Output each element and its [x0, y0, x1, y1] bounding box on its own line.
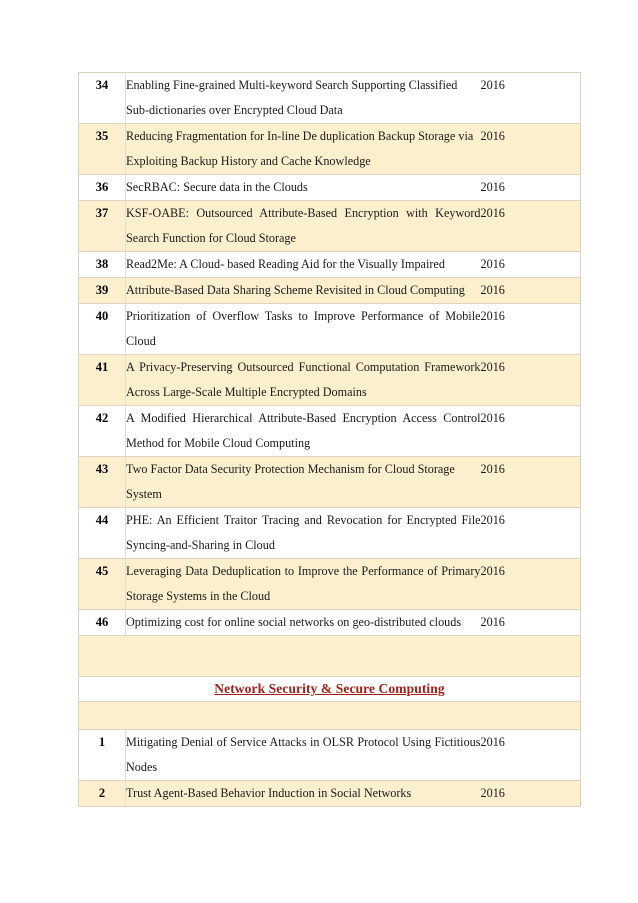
table-body: 34 Enabling Fine-grained Multi-keyword Se… — [78, 72, 581, 807]
spacer-row — [78, 701, 581, 730]
table-row: 35 Reducing Fragmentation for In-line De … — [78, 123, 581, 175]
row-number-cell: 35 — [78, 123, 126, 175]
row-title-cell: A Privacy-Preserving Outsourced Function… — [125, 354, 481, 406]
table-row: 44 PHE: An Efficient Traitor Tracing and … — [78, 507, 581, 559]
row-title-cell: Two Factor Data Security Protection Mech… — [125, 456, 481, 508]
row-number-cell: 41 — [78, 354, 126, 406]
row-number-cell: 39 — [78, 277, 126, 304]
row-number-cell: 2 — [78, 780, 126, 807]
section-header-title: Network Security & Secure Computing — [214, 681, 445, 696]
row-title-cell: Leveraging Data Deduplication to Improve… — [125, 558, 481, 610]
table-row: 41 A Privacy-Preserving Outsourced Functi… — [78, 354, 581, 406]
row-title-cell: KSF-OABE: Outsourced Attribute-Based Enc… — [125, 200, 481, 252]
row-year-cell: 2016 — [480, 123, 581, 175]
row-title-cell: SecRBAC: Secure data in the Clouds — [125, 174, 481, 201]
row-title-cell: PHE: An Efficient Traitor Tracing and Re… — [125, 507, 481, 559]
row-title-cell: Read2Me: A Cloud- based Reading Aid for … — [125, 251, 481, 278]
spacer-cell-title — [125, 635, 481, 677]
row-year-cell: 2016 — [480, 251, 581, 278]
row-number-cell: 44 — [78, 507, 126, 559]
table-row: 38 Read2Me: A Cloud- based Reading Aid fo… — [78, 251, 581, 278]
row-number-cell: 45 — [78, 558, 126, 610]
row-year-cell: 2016 — [480, 558, 581, 610]
row-year-cell: 2016 — [480, 72, 581, 124]
row-number-cell: 46 — [78, 609, 126, 636]
row-number-cell: 37 — [78, 200, 126, 252]
table-row: 1 Mitigating Denial of Service Attacks in… — [78, 729, 581, 781]
row-number-cell: 38 — [78, 251, 126, 278]
table-row: 39 Attribute-Based Data Sharing Scheme Re… — [78, 277, 581, 304]
row-number-cell: 43 — [78, 456, 126, 508]
row-year-cell: 2016 — [480, 303, 581, 355]
table-row: 42 A Modified Hierarchical Attribute-Base… — [78, 405, 581, 457]
row-title-cell: Optimizing cost for online social networ… — [125, 609, 481, 636]
row-year-cell: 2016 — [480, 456, 581, 508]
spacer-cell-number — [78, 701, 126, 730]
spacer-row — [78, 635, 581, 677]
row-number-cell: 34 — [78, 72, 126, 124]
row-year-cell: 2016 — [480, 780, 581, 807]
row-year-cell: 2016 — [480, 277, 581, 304]
row-title-cell: Reducing Fragmentation for In-line De du… — [125, 123, 481, 175]
table-row: 37 KSF-OABE: Outsourced Attribute-Based E… — [78, 200, 581, 252]
table-row: 46 Optimizing cost for online social netw… — [78, 609, 581, 636]
spacer-cell-year — [480, 635, 581, 677]
row-title-cell: Trust Agent-Based Behavior Induction in … — [125, 780, 481, 807]
table-row: 2 Trust Agent-Based Behavior Induction in… — [78, 780, 581, 807]
spacer-cell-year — [480, 701, 581, 730]
spacer-cell-number — [78, 635, 126, 677]
row-year-cell: 2016 — [480, 609, 581, 636]
row-title-cell: Attribute-Based Data Sharing Scheme Revi… — [125, 277, 481, 304]
row-year-cell: 2016 — [480, 354, 581, 406]
table-row: 45 Leveraging Data Deduplication to Impro… — [78, 558, 581, 610]
row-year-cell: 2016 — [480, 507, 581, 559]
project-titles-table: 34 Enabling Fine-grained Multi-keyword Se… — [78, 72, 581, 807]
table-row: 34 Enabling Fine-grained Multi-keyword Se… — [78, 72, 581, 124]
row-number-cell: 36 — [78, 174, 126, 201]
table-row: 43 Two Factor Data Security Protection Me… — [78, 456, 581, 508]
row-number-cell: 1 — [78, 729, 126, 781]
section-header-row: Network Security & Secure Computing — [78, 676, 581, 702]
document-page: 34 Enabling Fine-grained Multi-keyword Se… — [0, 0, 638, 903]
row-title-cell: Prioritization of Overflow Tasks to Impr… — [125, 303, 481, 355]
row-number-cell: 42 — [78, 405, 126, 457]
row-number-cell: 40 — [78, 303, 126, 355]
row-year-cell: 2016 — [480, 200, 581, 252]
table-row: 36 SecRBAC: Secure data in the Clouds 2016 — [78, 174, 581, 201]
row-title-cell: Mitigating Denial of Service Attacks in … — [125, 729, 481, 781]
row-year-cell: 2016 — [480, 174, 581, 201]
row-title-cell: Enabling Fine-grained Multi-keyword Sear… — [125, 72, 481, 124]
row-year-cell: 2016 — [480, 405, 581, 457]
section-header-cell: Network Security & Secure Computing — [78, 676, 581, 702]
row-title-cell: A Modified Hierarchical Attribute-Based … — [125, 405, 481, 457]
table-row: 40 Prioritization of Overflow Tasks to Im… — [78, 303, 581, 355]
row-year-cell: 2016 — [480, 729, 581, 781]
spacer-cell-title — [125, 701, 481, 730]
